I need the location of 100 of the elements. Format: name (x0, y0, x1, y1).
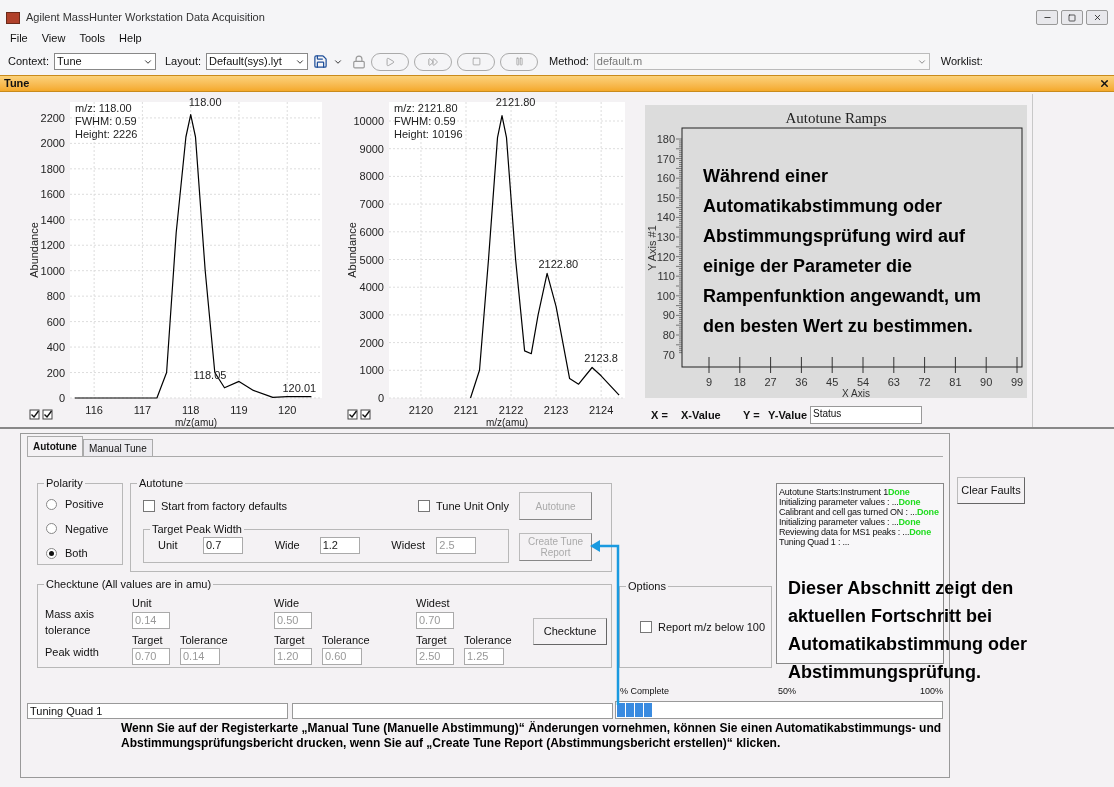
chart-title: Autotune Ramps (785, 110, 887, 126)
tick-label: 170 (656, 152, 675, 165)
axis-label: m/z(amu) (174, 417, 218, 428)
checkbox[interactable] (640, 621, 652, 633)
log-line: Reviewing data for MS1 peaks : ...Done (779, 527, 932, 537)
tick-label: 2000 (40, 137, 65, 150)
tick-label: 160 (656, 172, 675, 185)
checktune-button[interactable]: Checktune (533, 617, 607, 645)
tick-label: 5000 (359, 253, 384, 266)
peak-label: 2121.80 (495, 95, 536, 108)
peak-info: FWHM: 0.59 (75, 115, 137, 127)
field-label: Unit (158, 538, 179, 554)
callout-text: Dieser Abschnitt zeigt den aktuellen Fortschritt bei Automatikabstimmung oder Abstimmungsprüfung. (788, 577, 1029, 684)
axis-label: X Axis (842, 388, 870, 398)
clear-faults-button[interactable]: Clear Faults (957, 477, 1025, 504)
layout-dropdown[interactable]: Default(sys).lyt (206, 53, 309, 70)
tick-label: 1200 (40, 239, 65, 252)
group-title: Checktune (All values are in amu) (44, 577, 214, 591)
tab[interactable]: Manual Tune (82, 439, 153, 456)
close-icon[interactable] (1099, 78, 1110, 89)
save-icon[interactable] (313, 54, 329, 69)
checkbox[interactable] (360, 409, 371, 420)
method-dropdown[interactable]: default.m (593, 53, 930, 70)
panel-title: Tune (4, 76, 30, 92)
status-field[interactable] (291, 702, 613, 719)
x-value: X-Value (681, 407, 722, 423)
tick-label: 1000 (359, 364, 384, 377)
peak-label: 2122.80 (538, 257, 579, 270)
progress-label: 100% (919, 685, 943, 698)
peak-label: 120.01 (282, 381, 317, 394)
tick-label: 119 (230, 404, 248, 416)
radio-label: Negative (65, 521, 109, 537)
tick-label: 1000 (40, 264, 65, 277)
group-title: Options (626, 579, 668, 593)
tick-label: 3000 (359, 308, 384, 321)
checkbox[interactable] (418, 500, 431, 513)
minimize-button[interactable] (1036, 10, 1058, 25)
tick-label: 1600 (40, 188, 65, 201)
close-icon (1092, 13, 1102, 22)
tick-label: 0 (58, 392, 65, 404)
input-field[interactable]: 0.7 (203, 537, 243, 554)
tick-label: 2123 (543, 404, 569, 416)
checkbox[interactable] (29, 409, 40, 420)
checkbox-label: Start from factory defaults (161, 499, 287, 514)
log-line: Initializing parameter values : ...Done (779, 517, 922, 527)
column-label: Target (416, 632, 448, 648)
context-dropdown[interactable]: Tune (53, 53, 156, 70)
tick-label: 4000 (359, 281, 384, 294)
tick-label: 54 (856, 376, 870, 388)
status-field[interactable]: Status (810, 406, 922, 424)
fast-forward-icon (428, 56, 439, 67)
status-message[interactable]: Tuning Quad 1 (27, 702, 288, 719)
input-field[interactable]: 1.2 (319, 537, 360, 554)
worklist-label: Worklist: (940, 54, 983, 70)
tick-label: 100 (656, 289, 675, 302)
tick-label: 9000 (359, 142, 384, 155)
app-icon (6, 11, 20, 24)
x-label: X = (651, 407, 669, 423)
radio-label: Both (65, 546, 88, 561)
menu-item[interactable]: Tools (79, 30, 106, 47)
tick-label: 200 (46, 366, 65, 379)
tick-label: 2121 (453, 404, 479, 416)
close-button[interactable] (1086, 10, 1108, 25)
tick-label: 2120 (408, 404, 434, 416)
tick-label: 27 (764, 376, 777, 388)
tick-label: 140 (656, 211, 675, 224)
checkbox[interactable] (42, 409, 53, 420)
radio-label: Positive (65, 497, 104, 512)
callout-text: Während einer Automatikabstimmung oder Abstimmungsprüfung wird auf einige der Parameter die Rampenfunktion angewandt, um den besten Wert zu bestimmen. (703, 165, 982, 338)
tick-label: 1800 (40, 162, 65, 175)
tick-label: 80 (662, 329, 675, 341)
radio-button[interactable] (46, 547, 57, 559)
checkbox[interactable] (143, 500, 155, 513)
menu-item[interactable]: View (41, 30, 66, 47)
layout-label: Layout: (164, 54, 202, 70)
column-label: Target (132, 632, 164, 648)
axis-label: Y Axis #1 (646, 225, 658, 271)
column-label: Target (274, 632, 306, 648)
tick-label: 117 (133, 404, 152, 416)
peak-label: 2123.8 (584, 352, 618, 364)
menu-item[interactable]: File (10, 30, 28, 47)
tab[interactable]: Autotune (27, 436, 83, 456)
stop-icon (471, 57, 481, 66)
axis-label: Abundance (28, 222, 40, 278)
method-label: Method: (549, 54, 589, 70)
menu-item[interactable]: Help (119, 30, 142, 47)
tick-label: 0 (377, 392, 384, 404)
checkbox[interactable] (347, 409, 358, 420)
peak-info: Height: 2226 (75, 128, 138, 140)
radio-button[interactable] (46, 498, 57, 510)
row-label: Mass axis tolerance (45, 606, 95, 639)
lock-icon[interactable] (352, 54, 367, 69)
tick-label: 180 (656, 133, 675, 145)
play-icon (385, 56, 396, 67)
progress-label: % Complete (619, 685, 671, 698)
log-line: Initializing parameter values : ...Done (779, 497, 922, 507)
column-label: Widest (416, 596, 451, 611)
restore-icon (1068, 13, 1076, 22)
tick-label: 18 (733, 376, 746, 388)
radio-button[interactable] (46, 523, 57, 535)
